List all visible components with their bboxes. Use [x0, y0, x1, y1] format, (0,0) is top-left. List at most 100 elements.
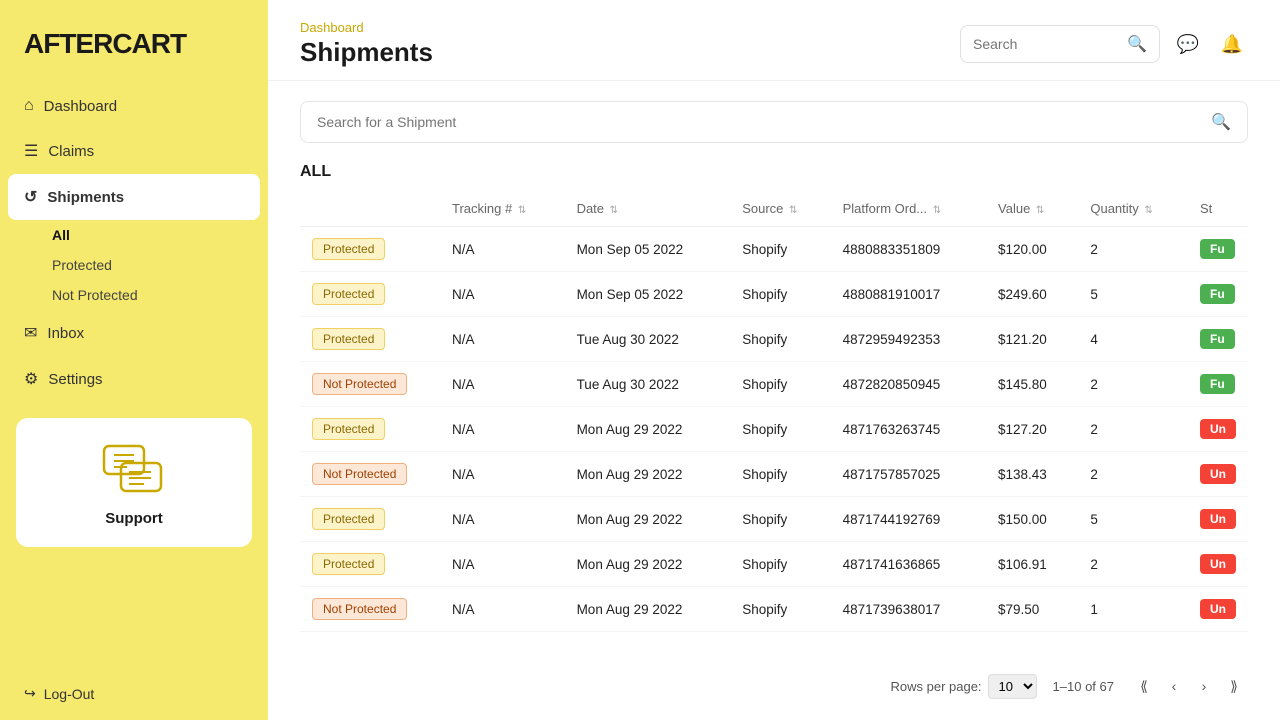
col-quantity[interactable]: Quantity ⇅	[1078, 191, 1188, 227]
cell-quantity: 4	[1078, 317, 1188, 362]
status-badge: Fu	[1200, 374, 1235, 394]
cell-platform-ord: 4872820850945	[831, 362, 986, 407]
col-date[interactable]: Date ⇅	[565, 191, 731, 227]
col-tracking[interactable]: Tracking # ⇅	[440, 191, 565, 227]
sidebar-item-dashboard[interactable]: ⌂ Dashboard	[0, 84, 268, 128]
first-page-button[interactable]: ⟪	[1130, 672, 1158, 700]
cell-source: Shopify	[730, 497, 830, 542]
cell-source: Shopify	[730, 407, 830, 452]
subnav-not-protected[interactable]: Not Protected	[52, 280, 268, 310]
col-platform-ord[interactable]: Platform Ord... ⇅	[831, 191, 986, 227]
logout-button[interactable]: ↪ Log-Out	[0, 667, 268, 720]
table-row[interactable]: Protected N/A Mon Aug 29 2022 Shopify 48…	[300, 497, 1248, 542]
status-badge: Fu	[1200, 329, 1235, 349]
cell-platform-ord: 4871763263745	[831, 407, 986, 452]
cell-source: Shopify	[730, 227, 830, 272]
settings-icon: ⚙	[24, 369, 38, 389]
table-row[interactable]: Protected N/A Mon Sep 05 2022 Shopify 48…	[300, 227, 1248, 272]
cell-date: Tue Aug 30 2022	[565, 362, 731, 407]
cell-status: Protected	[300, 317, 440, 362]
status-badge: Fu	[1200, 284, 1235, 304]
cell-tracking: N/A	[440, 317, 565, 362]
header-right: 🔍 💬 🔔	[960, 25, 1248, 63]
cell-status: Not Protected	[300, 587, 440, 632]
cell-platform-ord: 4872959492353	[831, 317, 986, 362]
bell-icon[interactable]: 🔔	[1216, 28, 1248, 60]
cell-status: Not Protected	[300, 452, 440, 497]
cell-status: Protected	[300, 272, 440, 317]
shipment-search-icon: 🔍	[1211, 112, 1231, 132]
cell-tracking: N/A	[440, 497, 565, 542]
shipments-icon: ↺	[24, 187, 37, 207]
sidebar-item-inbox[interactable]: ✉ Inbox	[0, 310, 268, 356]
cell-tracking: N/A	[440, 542, 565, 587]
table-row[interactable]: Not Protected N/A Tue Aug 30 2022 Shopif…	[300, 362, 1248, 407]
table-row[interactable]: Not Protected N/A Mon Aug 29 2022 Shopif…	[300, 452, 1248, 497]
shipment-search-bar: 🔍	[300, 101, 1248, 143]
table-row[interactable]: Protected N/A Mon Aug 29 2022 Shopify 48…	[300, 407, 1248, 452]
header-search-icon: 🔍	[1127, 34, 1147, 54]
cell-tracking: N/A	[440, 452, 565, 497]
cell-quantity: 2	[1078, 542, 1188, 587]
cell-st: Fu	[1188, 362, 1248, 407]
cell-quantity: 1	[1078, 587, 1188, 632]
last-page-button[interactable]: ⟫	[1220, 672, 1248, 700]
page-info: 1–10 of 67	[1053, 679, 1114, 694]
col-value[interactable]: Value ⇅	[986, 191, 1078, 227]
header-search-input[interactable]	[973, 36, 1121, 52]
subnav-all[interactable]: All	[52, 220, 268, 250]
table-row[interactable]: Protected N/A Mon Sep 05 2022 Shopify 48…	[300, 272, 1248, 317]
table-header: Tracking # ⇅ Date ⇅ Source ⇅ Platform Or…	[300, 191, 1248, 227]
cell-tracking: N/A	[440, 227, 565, 272]
cell-value: $79.50	[986, 587, 1078, 632]
next-page-button[interactable]: ›	[1190, 672, 1218, 700]
cell-date: Mon Aug 29 2022	[565, 407, 731, 452]
table-row[interactable]: Not Protected N/A Mon Aug 29 2022 Shopif…	[300, 587, 1248, 632]
col-source[interactable]: Source ⇅	[730, 191, 830, 227]
message-icon[interactable]: 💬	[1172, 28, 1204, 60]
cell-value: $106.91	[986, 542, 1078, 587]
prev-page-button[interactable]: ‹	[1160, 672, 1188, 700]
cell-source: Shopify	[730, 452, 830, 497]
shipment-search-input[interactable]	[317, 114, 1203, 130]
header: Dashboard Shipments 🔍 💬 🔔	[268, 0, 1280, 81]
cell-date: Mon Sep 05 2022	[565, 272, 731, 317]
table-row[interactable]: Protected N/A Mon Aug 29 2022 Shopify 48…	[300, 542, 1248, 587]
cell-date: Mon Aug 29 2022	[565, 587, 731, 632]
sidebar-item-shipments[interactable]: ↺ Shipments	[8, 174, 260, 220]
status-badge: Un	[1200, 599, 1236, 619]
cell-value: $120.00	[986, 227, 1078, 272]
cell-status: Protected	[300, 407, 440, 452]
cell-date: Mon Sep 05 2022	[565, 227, 731, 272]
sidebar-item-claims[interactable]: ☰ Claims	[0, 128, 268, 174]
sidebar-item-settings[interactable]: ⚙ Settings	[0, 356, 268, 402]
cell-st: Un	[1188, 587, 1248, 632]
pagination-buttons: ⟪ ‹ › ⟫	[1130, 672, 1248, 700]
cell-value: $127.20	[986, 407, 1078, 452]
cell-st: Fu	[1188, 272, 1248, 317]
header-search-box[interactable]: 🔍	[960, 25, 1160, 63]
cell-quantity: 2	[1078, 407, 1188, 452]
protection-badge: Protected	[312, 238, 385, 260]
cell-value: $145.80	[986, 362, 1078, 407]
status-badge: Un	[1200, 464, 1236, 484]
rows-per-page-select[interactable]: 10 25 50	[988, 674, 1037, 699]
table-row[interactable]: Protected N/A Tue Aug 30 2022 Shopify 48…	[300, 317, 1248, 362]
support-box[interactable]: Support	[16, 418, 252, 547]
status-badge: Fu	[1200, 239, 1235, 259]
sidebar-item-label: Shipments	[47, 189, 124, 206]
protection-badge: Protected	[312, 328, 385, 350]
cell-st: Un	[1188, 542, 1248, 587]
protection-badge: Not Protected	[312, 373, 407, 395]
shipments-table-wrapper: Tracking # ⇅ Date ⇅ Source ⇅ Platform Or…	[300, 191, 1248, 660]
cell-source: Shopify	[730, 542, 830, 587]
cell-platform-ord: 4871744192769	[831, 497, 986, 542]
cell-quantity: 2	[1078, 452, 1188, 497]
cell-quantity: 2	[1078, 362, 1188, 407]
cell-date: Tue Aug 30 2022	[565, 317, 731, 362]
protection-badge: Protected	[312, 283, 385, 305]
subnav-protected[interactable]: Protected	[52, 250, 268, 280]
sidebar-item-label: Claims	[48, 143, 94, 160]
header-left: Dashboard Shipments	[300, 20, 433, 68]
section-all-label: ALL	[300, 163, 1248, 181]
